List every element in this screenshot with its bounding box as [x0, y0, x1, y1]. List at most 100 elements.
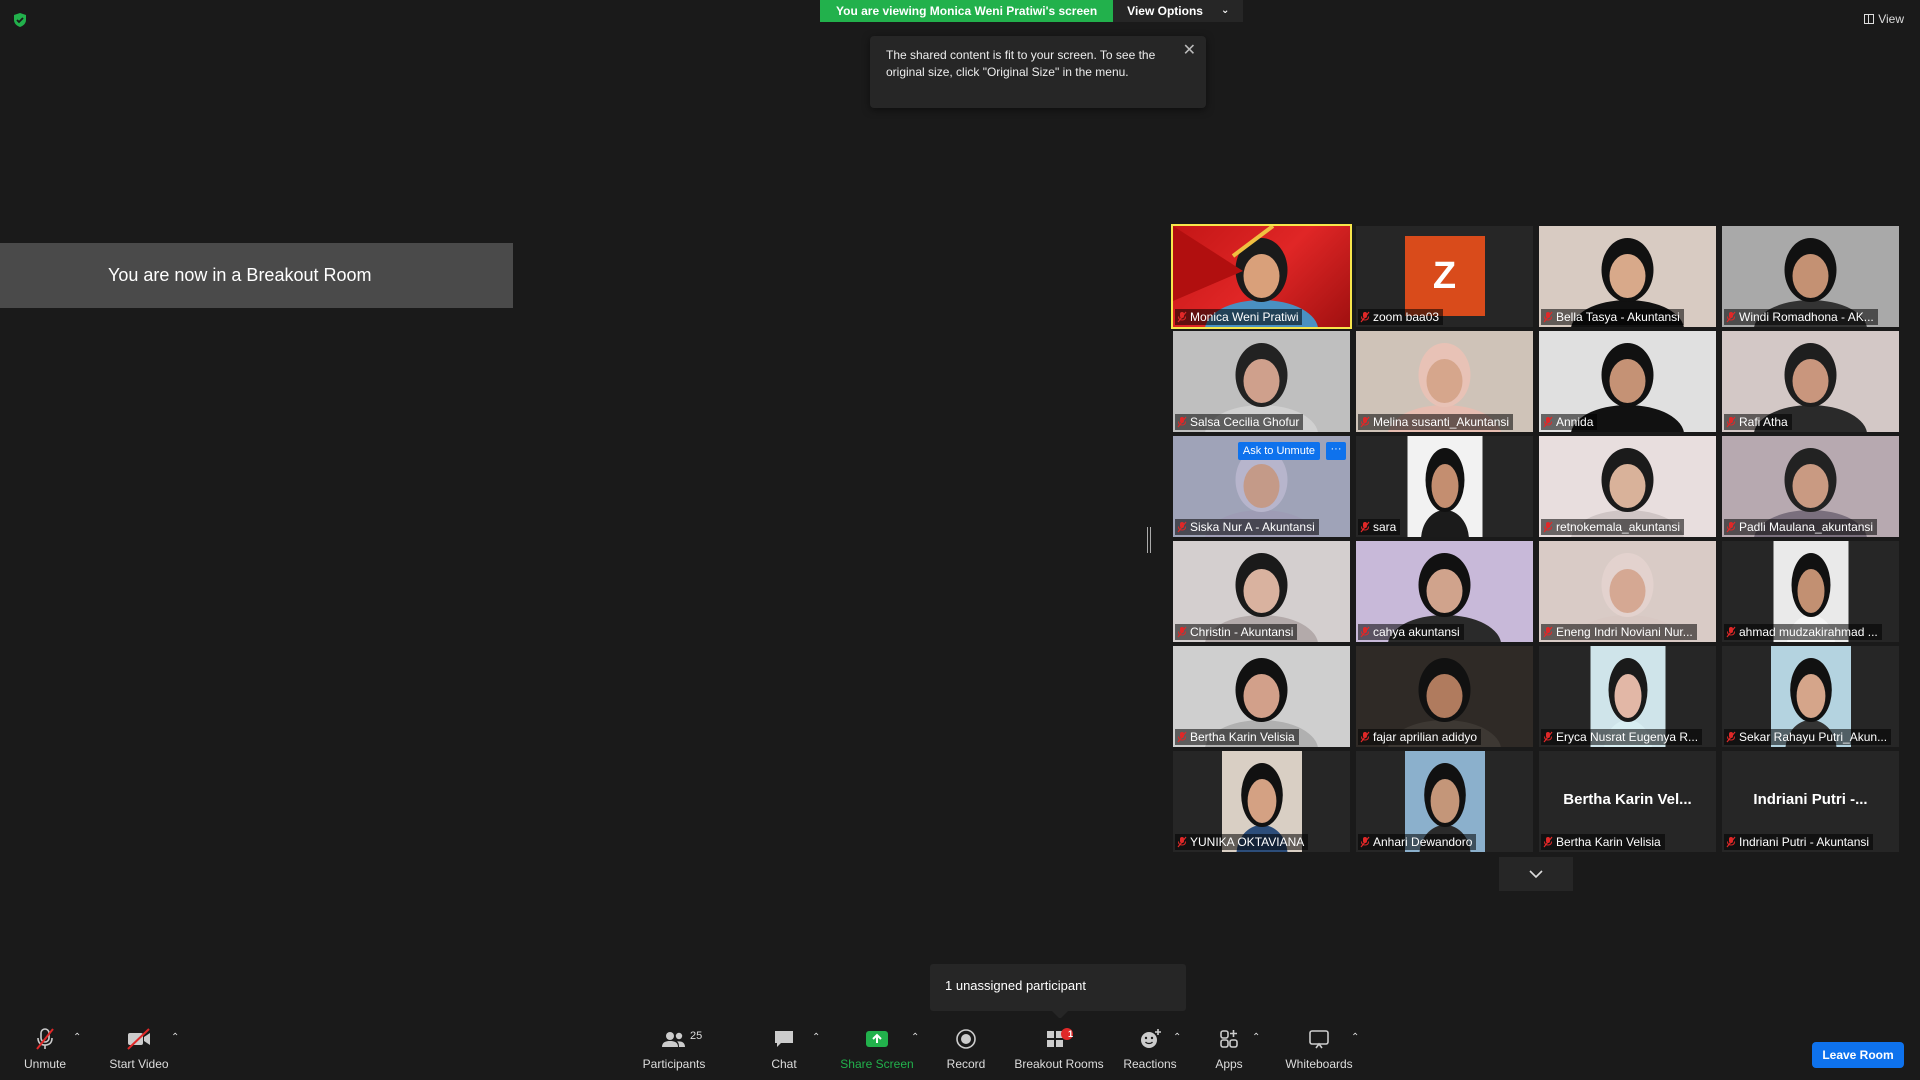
video-camera-off-icon	[127, 1028, 150, 1050]
participant-tile[interactable]: Bella Tasya - Akuntansi	[1539, 226, 1716, 327]
microphone-muted-icon	[1726, 836, 1736, 848]
participant-tile[interactable]: Padli Maulana_akuntansi	[1722, 436, 1899, 537]
participant-tile[interactable]: Sekar Rahayu Putri_Akun...	[1722, 646, 1899, 747]
breakout-room-notice: You are now in a Breakout Room	[0, 243, 513, 308]
microphone-muted-icon	[1543, 521, 1553, 533]
participant-tile[interactable]: retnokemala_akuntansi	[1539, 436, 1716, 537]
ask-to-unmute-button[interactable]: Ask to Unmute	[1237, 442, 1320, 460]
participant-name-label: Bertha Karin Velisia	[1541, 834, 1665, 850]
view-label: View	[1878, 12, 1904, 26]
video-frame	[1407, 436, 1482, 537]
participant-name-label: Windi Romadhona - AK...	[1724, 309, 1878, 325]
participant-name-label: Eryca Nusrat Eugenya R...	[1541, 729, 1703, 745]
participant-tile[interactable]: Rafi Atha	[1722, 331, 1899, 432]
participant-tile[interactable]: Salsa Cecilia Ghofur	[1173, 331, 1350, 432]
participant-tile[interactable]: Indriani Putri -... Indriani Putri - Akun…	[1722, 751, 1899, 852]
share-screen-button[interactable]: Share Screen	[840, 1020, 914, 1078]
participant-name-label: Annida	[1541, 414, 1598, 430]
participant-name-label: Bertha Karin Velisia	[1175, 729, 1299, 745]
participant-name-label: cahya akuntansi	[1358, 624, 1464, 640]
apps-button[interactable]: Apps	[1210, 1020, 1248, 1078]
reactions-options-caret[interactable]: ⌃	[1173, 1032, 1181, 1043]
microphone-muted-icon	[1543, 416, 1553, 428]
share-options-caret[interactable]: ⌃	[911, 1032, 919, 1043]
participant-tile[interactable]: cahya akuntansi	[1356, 541, 1533, 642]
participant-name: Annida	[1556, 415, 1594, 429]
close-icon[interactable]: ✕	[1183, 42, 1196, 59]
microphone-muted-icon	[1360, 416, 1370, 428]
view-options-button[interactable]: View Options ⌄	[1113, 0, 1244, 22]
video-gallery: Monica Weni Pratiwi Zzoom baa03 Bella Tasy…	[1171, 224, 1899, 852]
breakout-room-text: You are now in a Breakout Room	[108, 265, 372, 285]
gallery-view-icon	[1864, 14, 1875, 24]
participant-name: Christin - Akuntansi	[1190, 625, 1294, 639]
microphone-muted-icon	[1177, 521, 1187, 533]
unmute-button[interactable]: Unmute	[14, 1020, 76, 1078]
whiteboards-options-caret[interactable]: ⌃	[1351, 1032, 1359, 1043]
chat-options-caret[interactable]: ⌃	[812, 1032, 820, 1043]
participant-tile[interactable]: Christin - Akuntansi	[1173, 541, 1350, 642]
participant-tile[interactable]: Bertha Karin Velisia	[1173, 646, 1350, 747]
microphone-muted-icon	[1360, 626, 1370, 638]
participant-tile[interactable]: Annida	[1539, 331, 1716, 432]
microphone-muted-icon	[1360, 836, 1370, 848]
start-video-button[interactable]: Start Video	[104, 1020, 174, 1078]
participant-name: YUNIKA OKTAVIANA	[1190, 835, 1305, 849]
whiteboards-button[interactable]: Whiteboards	[1282, 1020, 1356, 1078]
microphone-muted-icon	[1726, 416, 1736, 428]
gallery-next-page-button[interactable]	[1499, 857, 1573, 891]
unmute-label: Unmute	[23, 1057, 67, 1071]
breakout-badge: 1	[1068, 1029, 1074, 1039]
participant-tile[interactable]: ahmad mudzakirahmad ...	[1722, 541, 1899, 642]
record-label: Record	[946, 1057, 986, 1071]
chat-label: Chat	[771, 1057, 797, 1071]
participant-tile[interactable]: Eryca Nusrat Eugenya R...	[1539, 646, 1716, 747]
participant-name-label: Christin - Akuntansi	[1175, 624, 1298, 640]
participant-tile[interactable]: Eneng Indri Noviani Nur...	[1539, 541, 1716, 642]
panel-resize-handle[interactable]	[1147, 527, 1151, 553]
encryption-shield-icon[interactable]	[12, 12, 28, 28]
chevron-down-icon: ⌄	[1220, 5, 1230, 16]
participant-tile[interactable]: Zzoom baa03	[1356, 226, 1533, 327]
video-options-caret[interactable]: ⌃	[171, 1032, 179, 1043]
participant-tile[interactable]: YUNIKA OKTAVIANA	[1173, 751, 1350, 852]
microphone-muted-icon	[1726, 521, 1736, 533]
breakout-rooms-button[interactable]: Breakout Rooms	[1012, 1020, 1106, 1078]
whiteboards-label: Whiteboards	[1285, 1057, 1353, 1071]
participant-name: retnokemala_akuntansi	[1556, 520, 1681, 534]
leave-room-button[interactable]: Leave Room	[1812, 1042, 1904, 1068]
microphone-muted-icon	[1360, 731, 1370, 743]
participant-name: Padli Maulana_akuntansi	[1739, 520, 1874, 534]
more-options-button[interactable]: ···	[1326, 442, 1346, 460]
reactions-button[interactable]: Reactions	[1122, 1020, 1178, 1078]
participant-name-label: Bella Tasya - Akuntansi	[1541, 309, 1684, 325]
participant-name: sara	[1373, 520, 1397, 534]
participant-name-display: Bertha Karin Vel...	[1563, 791, 1692, 808]
record-button[interactable]: Record	[942, 1020, 990, 1078]
unassigned-participant-popup[interactable]: 1 unassigned participant	[930, 964, 1186, 1019]
participant-tile[interactable]: Melina susanti_Akuntansi	[1356, 331, 1533, 432]
participant-tile[interactable]: Monica Weni Pratiwi	[1171, 224, 1352, 329]
whiteboard-icon	[1309, 1030, 1329, 1049]
microphone-muted-icon	[1177, 836, 1187, 848]
audio-options-caret[interactable]: ⌃	[73, 1032, 81, 1043]
participant-tile[interactable]: Windi Romadhona - AK...	[1722, 226, 1899, 327]
screen-share-topbar: You are viewing Monica Weni Pratiwi's sc…	[820, 0, 1244, 22]
view-button[interactable]: View	[1864, 12, 1904, 26]
share-screen-label: Share Screen	[840, 1057, 914, 1071]
chat-button[interactable]: Chat	[764, 1020, 804, 1078]
participant-tile[interactable]: fajar aprilian adidyo	[1356, 646, 1533, 747]
participant-name-label: zoom baa03	[1358, 309, 1444, 325]
participant-name: Monica Weni Pratiwi	[1190, 310, 1299, 324]
microphone-muted-icon	[1543, 731, 1553, 743]
reactions-icon	[1141, 1029, 1161, 1048]
participant-tile[interactable]: sara	[1356, 436, 1533, 537]
breakout-rooms-label: Breakout Rooms	[1014, 1057, 1104, 1071]
participant-tile[interactable]: Bertha Karin Vel... Bertha Karin Velisia	[1539, 751, 1716, 852]
apps-options-caret[interactable]: ⌃	[1252, 1032, 1260, 1043]
participant-name-label: YUNIKA OKTAVIANA	[1175, 834, 1309, 850]
participants-button[interactable]: Participants	[640, 1020, 708, 1078]
participant-tile[interactable]: Anhari Dewandoro	[1356, 751, 1533, 852]
participant-tile[interactable]: Ask to Unmute ··· Siska Nur A - Akuntansi	[1173, 436, 1350, 537]
microphone-muted-icon	[1543, 836, 1553, 848]
